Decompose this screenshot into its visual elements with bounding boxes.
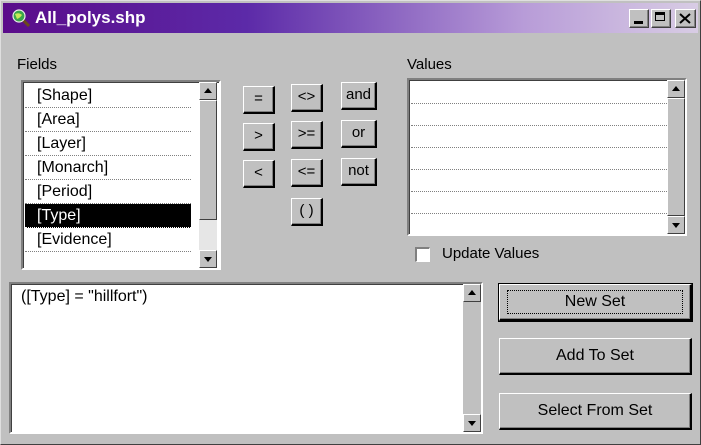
value-row[interactable]: [411, 148, 667, 170]
not-button[interactable]: not: [341, 158, 377, 186]
greater-than-button[interactable]: >: [243, 123, 275, 151]
values-list[interactable]: [407, 78, 687, 236]
arrow-down-icon: [468, 421, 476, 426]
and-button[interactable]: and: [341, 82, 377, 110]
title-bar[interactable]: All_polys.shp: [3, 3, 698, 33]
maximize-icon: [655, 12, 665, 21]
equals-button[interactable]: =: [243, 86, 275, 114]
fields-scroll-up-button[interactable]: [199, 82, 217, 100]
less-equal-button[interactable]: <=: [291, 159, 323, 187]
minimize-icon: [634, 21, 643, 24]
or-button[interactable]: or: [341, 120, 377, 148]
fields-scrollbar[interactable]: [199, 82, 217, 268]
values-scroll-thumb[interactable]: [667, 98, 685, 216]
field-item-period[interactable]: [Period]: [25, 180, 191, 204]
close-button[interactable]: [675, 9, 696, 28]
maximize-button[interactable]: [651, 9, 671, 28]
values-scroll-up-button[interactable]: [667, 80, 685, 98]
expression-textbox[interactable]: ([Type] = "hillfort"): [9, 282, 483, 434]
add-to-set-button[interactable]: Add To Set: [499, 338, 692, 375]
field-item-monarch[interactable]: [Monarch]: [25, 156, 191, 180]
values-scrollbar[interactable]: [667, 80, 685, 234]
query-builder-window: All_polys.shp Fields [Shape] [Area] [Lay…: [0, 0, 701, 445]
minimize-button[interactable]: [629, 9, 649, 28]
fields-scroll-thumb[interactable]: [199, 100, 217, 220]
focus-rectangle: [507, 290, 683, 314]
new-set-button[interactable]: New Set: [498, 283, 693, 322]
fields-label: Fields: [17, 56, 58, 73]
field-item-area[interactable]: [Area]: [25, 108, 191, 132]
value-row[interactable]: [411, 104, 667, 126]
not-equals-button[interactable]: <>: [291, 84, 323, 112]
values-scroll-down-button[interactable]: [667, 216, 685, 234]
close-icon: [679, 13, 691, 24]
expression-scroll-up-button[interactable]: [463, 284, 481, 302]
field-item-evidence[interactable]: [Evidence]: [25, 228, 191, 252]
field-item-shape[interactable]: [Shape]: [25, 84, 191, 108]
values-label: Values: [407, 56, 452, 73]
expression-text: ([Type] = "hillfort"): [21, 288, 148, 305]
fields-list[interactable]: [Shape] [Area] [Layer] [Monarch] [Period…: [21, 80, 221, 270]
expression-scrollbar[interactable]: [463, 284, 481, 432]
update-values-checkbox[interactable]: [415, 247, 430, 262]
value-row[interactable]: [411, 170, 667, 192]
value-row[interactable]: [411, 192, 667, 214]
arrow-down-icon: [672, 223, 680, 228]
arrow-up-icon: [204, 88, 212, 93]
globe-magnifier-icon: [12, 9, 31, 28]
field-item-type[interactable]: [Type]: [25, 204, 191, 228]
expression-scroll-down-button[interactable]: [463, 414, 481, 432]
arrow-up-icon: [672, 86, 680, 91]
less-than-button[interactable]: <: [243, 160, 275, 188]
window-title: All_polys.shp: [35, 8, 146, 27]
fields-scroll-down-button[interactable]: [199, 250, 217, 268]
field-item-layer[interactable]: [Layer]: [25, 132, 191, 156]
update-values-label: Update Values: [442, 245, 540, 262]
select-from-set-button[interactable]: Select From Set: [499, 393, 692, 430]
arrow-up-icon: [468, 290, 476, 295]
value-row[interactable]: [411, 82, 667, 104]
greater-equal-button[interactable]: >=: [291, 121, 323, 149]
parentheses-button[interactable]: ( ): [291, 198, 323, 226]
arrow-down-icon: [204, 257, 212, 262]
value-row[interactable]: [411, 126, 667, 148]
